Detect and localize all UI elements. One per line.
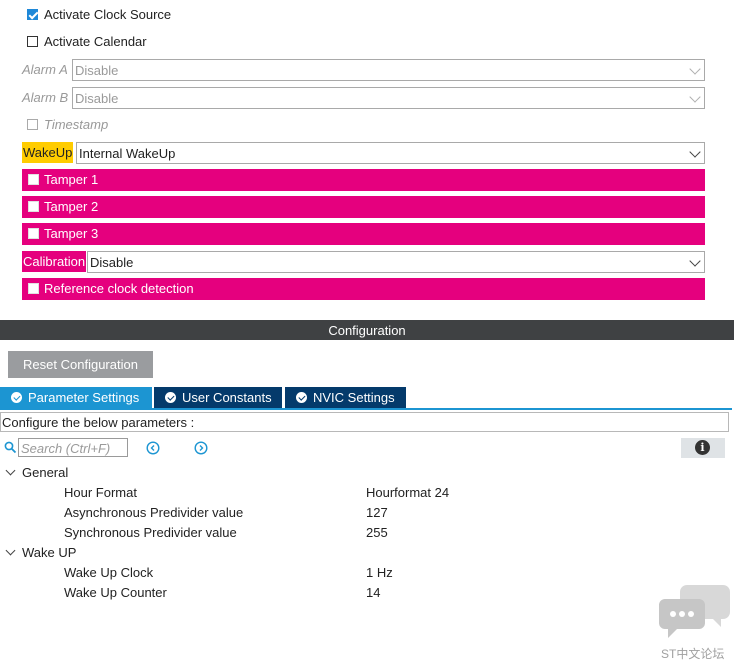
tamper-1-label: Tamper 1 (44, 172, 99, 187)
param-value[interactable]: 127 (366, 505, 388, 520)
chevron-down-icon (689, 91, 701, 103)
alarm-a-value: Disable (75, 63, 119, 78)
reset-configuration-button[interactable]: Reset Configuration (8, 351, 153, 378)
activate-calendar-label: Activate Calendar (44, 34, 147, 49)
search-icon (4, 441, 17, 454)
tamper-1-row[interactable]: Tamper 1 (22, 169, 705, 191)
param-value[interactable]: Hourformat 24 (366, 485, 449, 500)
param-name: Wake Up Counter (64, 585, 167, 600)
wakeup-value: Internal WakeUp (79, 146, 176, 161)
calibration-value: Disable (90, 255, 134, 270)
check-circle-icon (165, 392, 176, 403)
param-name: Synchronous Predivider value (64, 525, 237, 540)
wakeup-select[interactable]: Internal WakeUp (76, 142, 705, 164)
instructions-text: Configure the below parameters : (2, 415, 195, 430)
tab-label: NVIC Settings (313, 390, 395, 405)
chevron-down-icon (689, 63, 701, 75)
search-placeholder: Search (Ctrl+F) (21, 441, 111, 456)
info-button[interactable]: i (681, 438, 725, 458)
param-value[interactable]: 14 (366, 585, 380, 600)
group-general[interactable]: General (22, 465, 68, 480)
tab-label: User Constants (182, 390, 272, 405)
info-icon: i (695, 440, 710, 455)
tab-nvic-settings[interactable]: NVIC Settings (285, 387, 406, 409)
activate-calendar-checkbox[interactable] (27, 36, 38, 47)
chevron-down-icon (689, 255, 701, 267)
param-value[interactable]: 1 Hz (366, 565, 393, 580)
wakeup-label: WakeUp (22, 142, 74, 163)
param-name: Asynchronous Predivider value (64, 505, 244, 520)
previous-icon[interactable] (146, 441, 160, 455)
instructions-bar: Configure the below parameters : (0, 412, 729, 432)
next-icon[interactable] (194, 441, 208, 455)
tamper-2-row[interactable]: Tamper 2 (22, 196, 705, 218)
configuration-title: Configuration (328, 323, 406, 338)
chat-bubble-icon (659, 585, 730, 638)
activate-clock-source-checkbox[interactable] (27, 9, 38, 20)
tab-user-constants[interactable]: User Constants (154, 387, 282, 409)
tamper-3-checkbox[interactable] (28, 228, 39, 239)
tab-label: Parameter Settings (28, 390, 140, 405)
group-wake-up[interactable]: Wake UP (22, 545, 76, 560)
calibration-label: Calibration (22, 251, 87, 272)
param-name: Hour Format (64, 485, 137, 500)
timestamp-label: Timestamp (44, 117, 109, 132)
chevron-down-icon[interactable] (5, 545, 16, 556)
alarm-a-select[interactable]: Disable (72, 59, 705, 81)
tamper-3-label: Tamper 3 (44, 226, 99, 241)
timestamp-checkbox[interactable] (27, 119, 38, 130)
check-circle-icon (296, 392, 307, 403)
tamper-3-row[interactable]: Tamper 3 (22, 223, 705, 245)
tab-parameter-settings[interactable]: Parameter Settings (0, 387, 152, 409)
chevron-down-icon[interactable] (5, 465, 16, 476)
activate-clock-source-label: Activate Clock Source (44, 7, 172, 22)
chevron-down-icon (689, 146, 701, 158)
calibration-select[interactable]: Disable (87, 251, 705, 273)
search-input[interactable]: Search (Ctrl+F) (18, 438, 128, 457)
check-circle-icon (11, 392, 22, 403)
reference-clock-checkbox[interactable] (28, 283, 39, 294)
alarm-b-select[interactable]: Disable (72, 87, 705, 109)
alarm-b-label: Alarm B (22, 90, 69, 105)
reference-clock-row[interactable]: Reference clock detection (22, 278, 705, 300)
watermark-text: ST中文论坛 (661, 647, 725, 661)
param-name: Wake Up Clock (64, 565, 154, 580)
param-value[interactable]: 255 (366, 525, 388, 540)
alarm-a-label: Alarm A (22, 62, 68, 77)
tamper-1-checkbox[interactable] (28, 174, 39, 185)
reference-clock-label: Reference clock detection (44, 281, 194, 296)
tab-underline (0, 408, 732, 410)
configuration-header: Configuration (0, 320, 734, 340)
tamper-2-label: Tamper 2 (44, 199, 99, 214)
tamper-2-checkbox[interactable] (28, 201, 39, 212)
alarm-b-value: Disable (75, 91, 119, 106)
